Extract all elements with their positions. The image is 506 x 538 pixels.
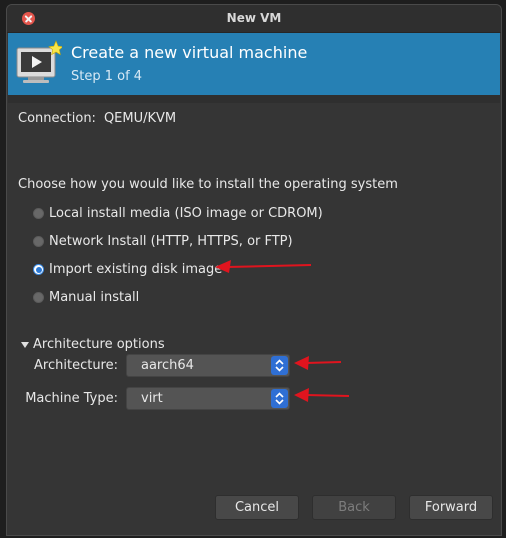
radio-button[interactable] — [33, 236, 44, 247]
cancel-button[interactable]: Cancel — [215, 495, 299, 520]
select-arrows-icon[interactable] — [271, 356, 288, 375]
connection-info: Connection: QEMU/KVM — [18, 111, 176, 126]
step-indicator: Step 1 of 4 — [71, 69, 143, 84]
forward-button[interactable]: Forward — [409, 495, 493, 520]
radio-network-install[interactable]: Network Install (HTTP, HTTPS, or FTP) — [33, 234, 293, 249]
select-arrows-icon[interactable] — [271, 389, 288, 408]
architecture-label: Architecture: — [34, 358, 118, 373]
architecture-options-expander[interactable]: Architecture options — [21, 337, 165, 352]
annotation-arrow-icon — [294, 388, 350, 402]
window-title: New VM — [226, 11, 282, 25]
header-separator — [8, 95, 500, 103]
radio-button[interactable] — [33, 208, 44, 219]
radio-label[interactable]: Manual install — [49, 290, 139, 305]
connection-value: QEMU/KVM — [103, 111, 177, 126]
title-bar[interactable]: New VM — [7, 5, 501, 33]
radio-label[interactable]: Local install media (ISO image or CDROM) — [49, 206, 323, 221]
header-banner: Create a new virtual machine Step 1 of 4 — [8, 33, 500, 95]
radio-import-disk-image[interactable]: Import existing disk image — [33, 262, 222, 277]
radio-button-selected[interactable] — [33, 264, 44, 275]
machine-type-select[interactable]: virt — [126, 387, 290, 410]
virtual-machine-icon — [16, 40, 62, 83]
machine-type-label: Machine Type: — [25, 391, 118, 406]
expander-label[interactable]: Architecture options — [33, 337, 165, 352]
header-title: Create a new virtual machine — [71, 43, 308, 62]
radio-label[interactable]: Import existing disk image — [49, 262, 222, 277]
expander-triangle-icon[interactable] — [21, 341, 29, 348]
radio-button[interactable] — [33, 292, 44, 303]
radio-local-install[interactable]: Local install media (ISO image or CDROM) — [33, 206, 323, 221]
architecture-select[interactable]: aarch64 — [126, 354, 290, 377]
radio-manual-install[interactable]: Manual install — [33, 290, 139, 305]
annotation-arrow-icon — [294, 356, 342, 370]
radio-label[interactable]: Network Install (HTTP, HTTPS, or FTP) — [49, 234, 293, 249]
architecture-value[interactable]: aarch64 — [141, 358, 194, 373]
back-button[interactable]: Back — [312, 495, 396, 520]
machine-type-value[interactable]: virt — [141, 391, 163, 406]
connection-label: Connection: — [18, 111, 96, 126]
annotation-arrow-icon — [215, 260, 312, 273]
new-vm-window: New VM Create a new virtual machine Step… — [6, 4, 502, 536]
install-method-prompt: Choose how you would like to install the… — [18, 177, 398, 192]
